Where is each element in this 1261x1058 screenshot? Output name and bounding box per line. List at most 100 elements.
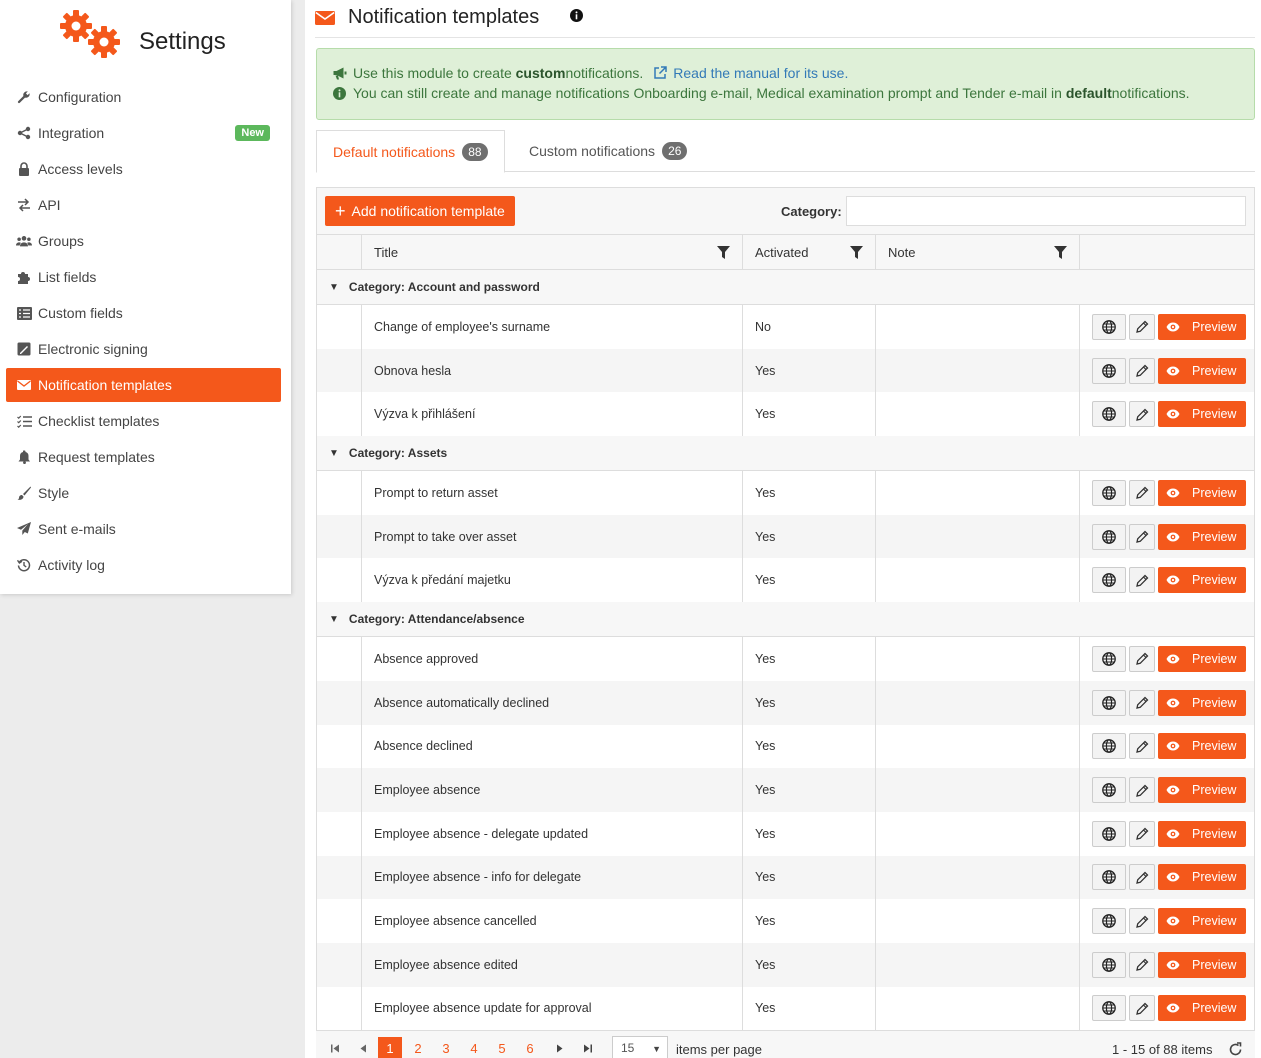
translate-button[interactable] xyxy=(1092,567,1126,594)
edit-button[interactable] xyxy=(1129,357,1155,384)
sidebar-item-electronic-signing[interactable]: Electronic signing xyxy=(6,332,281,366)
page-link[interactable]: 2 xyxy=(406,1037,430,1058)
preview-button[interactable]: Preview xyxy=(1158,357,1247,384)
globe-icon xyxy=(1102,870,1116,885)
edit-button[interactable] xyxy=(1129,733,1155,760)
preview-button[interactable]: Preview xyxy=(1158,401,1247,428)
sidebar-item-custom-fields[interactable]: Custom fields xyxy=(6,296,281,330)
preview-button[interactable]: Preview xyxy=(1158,864,1247,891)
row-activated: Yes xyxy=(742,768,875,812)
preview-button[interactable]: Preview xyxy=(1158,820,1247,847)
column-header-activated[interactable]: Activated xyxy=(742,235,875,270)
edit-button[interactable] xyxy=(1129,689,1155,716)
translate-button[interactable] xyxy=(1092,689,1126,716)
edit-button[interactable] xyxy=(1129,313,1155,340)
first-page-icon[interactable] xyxy=(328,1037,342,1058)
preview-button[interactable]: Preview xyxy=(1158,523,1247,550)
translate-button[interactable] xyxy=(1092,951,1126,978)
preview-button[interactable]: Preview xyxy=(1158,479,1247,506)
preview-button[interactable]: Preview xyxy=(1158,567,1247,594)
tab-custom-notifications[interactable]: Custom notifications 26 xyxy=(513,130,703,172)
sidebar-item-configuration[interactable]: Configuration xyxy=(6,80,281,114)
translate-button[interactable] xyxy=(1092,313,1126,340)
sidebar-item-integration[interactable]: Integration New xyxy=(6,116,281,150)
group-header[interactable]: ▼ Category: Assets xyxy=(317,436,1254,472)
caret-down-icon[interactable]: ▼ xyxy=(329,282,339,293)
sidebar-item-request-templates[interactable]: Request templates xyxy=(6,440,281,474)
sidebar-item-style[interactable]: Style xyxy=(6,476,281,510)
preview-button[interactable]: Preview xyxy=(1158,313,1247,340)
pager-summary: 1 - 15 of 88 items xyxy=(1112,1042,1213,1057)
page-link[interactable]: 1 xyxy=(378,1037,402,1058)
group-header[interactable]: ▼ Category: Attendance/absence xyxy=(317,602,1254,638)
filter-icon[interactable] xyxy=(1054,246,1067,259)
category-filter-input[interactable] xyxy=(846,196,1246,226)
edit-button[interactable] xyxy=(1129,777,1155,804)
preview-button[interactable]: Preview xyxy=(1158,995,1247,1022)
pencil-icon xyxy=(1135,871,1149,884)
preview-button[interactable]: Preview xyxy=(1158,645,1247,672)
sidebar-item-list-fields[interactable]: List fields xyxy=(6,260,281,294)
manual-link[interactable]: Read the manual for its use. xyxy=(653,65,848,81)
translate-button[interactable] xyxy=(1092,995,1126,1022)
tab-default-notifications[interactable]: Default notifications 88 xyxy=(316,130,505,173)
translate-button[interactable] xyxy=(1092,820,1126,847)
page-link[interactable]: 5 xyxy=(490,1037,514,1058)
edit-button[interactable] xyxy=(1129,908,1155,935)
edit-button[interactable] xyxy=(1129,951,1155,978)
preview-button[interactable]: Preview xyxy=(1158,689,1247,716)
page-link[interactable]: 6 xyxy=(518,1037,542,1058)
caret-down-icon[interactable]: ▼ xyxy=(329,448,339,459)
caret-down-icon[interactable]: ▼ xyxy=(329,614,339,625)
translate-button[interactable] xyxy=(1092,523,1126,550)
edit-button[interactable] xyxy=(1129,567,1155,594)
translate-button[interactable] xyxy=(1092,733,1126,760)
refresh-icon[interactable] xyxy=(1228,1042,1243,1057)
translate-button[interactable] xyxy=(1092,357,1126,384)
eye-icon xyxy=(1166,322,1186,332)
preview-button[interactable]: Preview xyxy=(1158,777,1247,804)
translate-button[interactable] xyxy=(1092,908,1126,935)
sidebar-item-groups[interactable]: Groups xyxy=(6,224,281,258)
page-size-select[interactable]: 15 ▼ xyxy=(612,1036,668,1058)
translate-button[interactable] xyxy=(1092,479,1126,506)
preview-button[interactable]: Preview xyxy=(1158,733,1247,760)
sidebar-item-checklist-templates[interactable]: Checklist templates xyxy=(6,404,281,438)
page-link[interactable]: 3 xyxy=(434,1037,458,1058)
edit-button[interactable] xyxy=(1129,820,1155,847)
translate-button[interactable] xyxy=(1092,864,1126,891)
column-header-note[interactable]: Note xyxy=(875,235,1079,270)
edit-button[interactable] xyxy=(1129,995,1155,1022)
sidebar-item-notification-templates[interactable]: Notification templates xyxy=(6,368,281,402)
translate-button[interactable] xyxy=(1092,777,1126,804)
page-link[interactable]: 4 xyxy=(462,1037,486,1058)
column-header-title[interactable]: Title xyxy=(361,235,742,270)
row-note xyxy=(875,348,1079,393)
sidebar-item-sent-emails[interactable]: Sent e-mails xyxy=(6,512,281,546)
preview-button[interactable]: Preview xyxy=(1158,908,1247,935)
last-page-icon[interactable] xyxy=(580,1037,594,1058)
add-notification-template-button[interactable]: + Add notification template xyxy=(325,196,515,226)
edit-button[interactable] xyxy=(1129,523,1155,550)
edit-button[interactable] xyxy=(1129,401,1155,428)
pencil-icon xyxy=(1135,574,1149,587)
translate-button[interactable] xyxy=(1092,645,1126,672)
pencil-icon xyxy=(1135,320,1149,334)
translate-button[interactable] xyxy=(1092,401,1126,428)
edit-button[interactable] xyxy=(1129,864,1155,891)
prev-page-icon[interactable] xyxy=(356,1037,370,1058)
edit-button[interactable] xyxy=(1129,645,1155,672)
sidebar-item-activity-log[interactable]: Activity log xyxy=(6,548,281,582)
group-header[interactable]: ▼ Category: Account and password xyxy=(317,270,1254,305)
filter-icon[interactable] xyxy=(717,246,730,259)
sidebar-item-access-levels[interactable]: Access levels xyxy=(6,152,281,186)
manual-link-label: Read the manual for its use. xyxy=(673,65,849,81)
edit-button[interactable] xyxy=(1129,479,1155,506)
preview-button[interactable]: Preview xyxy=(1158,951,1247,978)
filter-icon[interactable] xyxy=(850,246,863,259)
info-alert: Use this module to create custom notific… xyxy=(316,48,1255,120)
sidebar-item-api[interactable]: API xyxy=(6,188,281,222)
alert-text: notifications. xyxy=(565,65,644,81)
next-page-icon[interactable] xyxy=(552,1037,566,1058)
info-icon[interactable] xyxy=(570,9,583,22)
